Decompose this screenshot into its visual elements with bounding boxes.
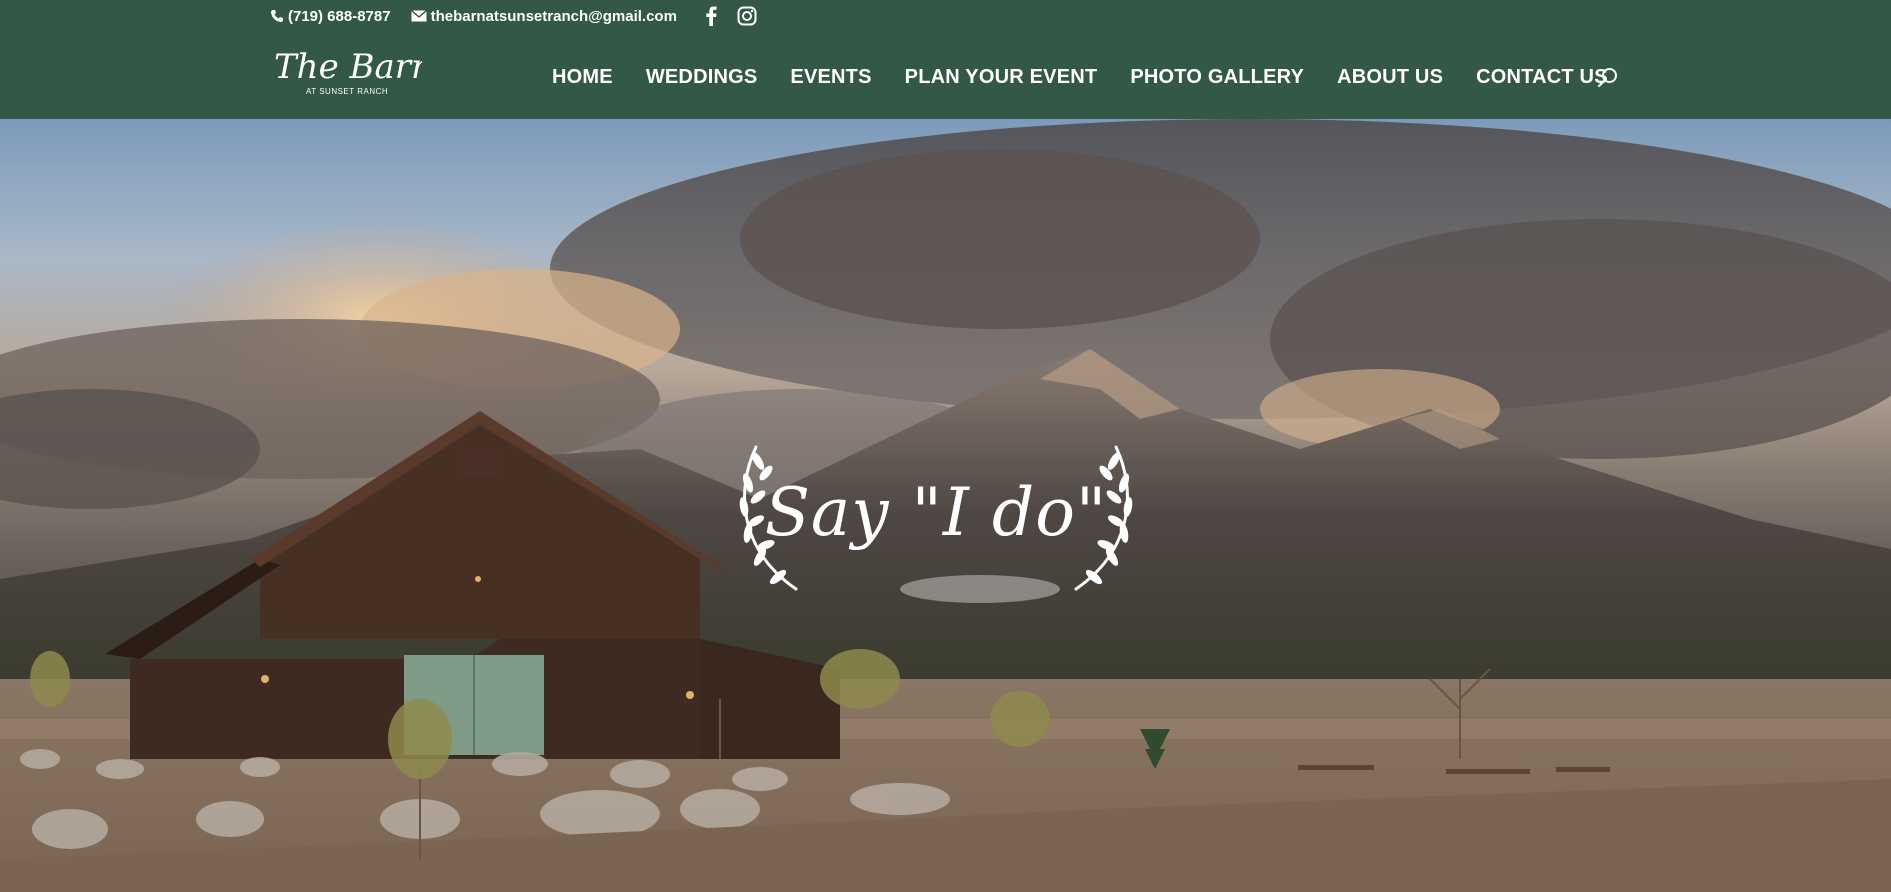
nav-about-us[interactable]: ABOUT US	[1337, 66, 1443, 89]
envelope-icon	[410, 10, 427, 22]
logo-mark: The Barn AT SUNSET RANCH	[274, 47, 433, 96]
phone-icon	[271, 10, 283, 22]
site-logo[interactable]: The Barn AT SUNSET RANCH	[272, 47, 433, 100]
phone-number: (719) 688-8787	[288, 7, 391, 25]
site-header: (719) 688-8787 thebarnatsunsetranch@gmai…	[0, 0, 1891, 119]
search-icon	[1597, 68, 1617, 88]
nav-contact-us[interactable]: CONTACT US	[1476, 66, 1608, 89]
email-address: thebarnatsunsetranch@gmail.com	[430, 7, 677, 25]
nav-plan-your-event[interactable]: PLAN YOUR EVENT	[905, 66, 1098, 89]
hero-banner: Say "I do"	[0, 119, 1891, 892]
facebook-icon	[706, 6, 717, 26]
instagram-link[interactable]	[735, 4, 759, 28]
social-links	[699, 4, 771, 28]
phone-link[interactable]: (719) 688-8787	[270, 8, 391, 25]
nav-home[interactable]: HOME	[552, 66, 613, 89]
email-link[interactable]: thebarnatsunsetranch@gmail.com	[410, 7, 677, 25]
brand-name: The Barn	[274, 48, 422, 87]
tagline-text: Say "I do"	[764, 474, 1108, 551]
contact-bar: (719) 688-8787 thebarnatsunsetranch@gmai…	[270, 4, 771, 28]
facebook-link[interactable]	[699, 4, 723, 28]
instagram-icon	[737, 6, 757, 26]
nav-photo-gallery[interactable]: PHOTO GALLERY	[1130, 66, 1304, 89]
nav-events[interactable]: EVENTS	[790, 66, 871, 89]
brand-sub: AT SUNSET RANCH	[306, 87, 388, 96]
nav-weddings[interactable]: WEDDINGS	[646, 66, 758, 89]
main-nav: HOME WEDDINGS EVENTS PLAN YOUR EVENT PHO…	[552, 62, 1641, 92]
hero-tagline: Say "I do"	[726, 439, 1146, 599]
search-button[interactable]	[1596, 66, 1620, 90]
